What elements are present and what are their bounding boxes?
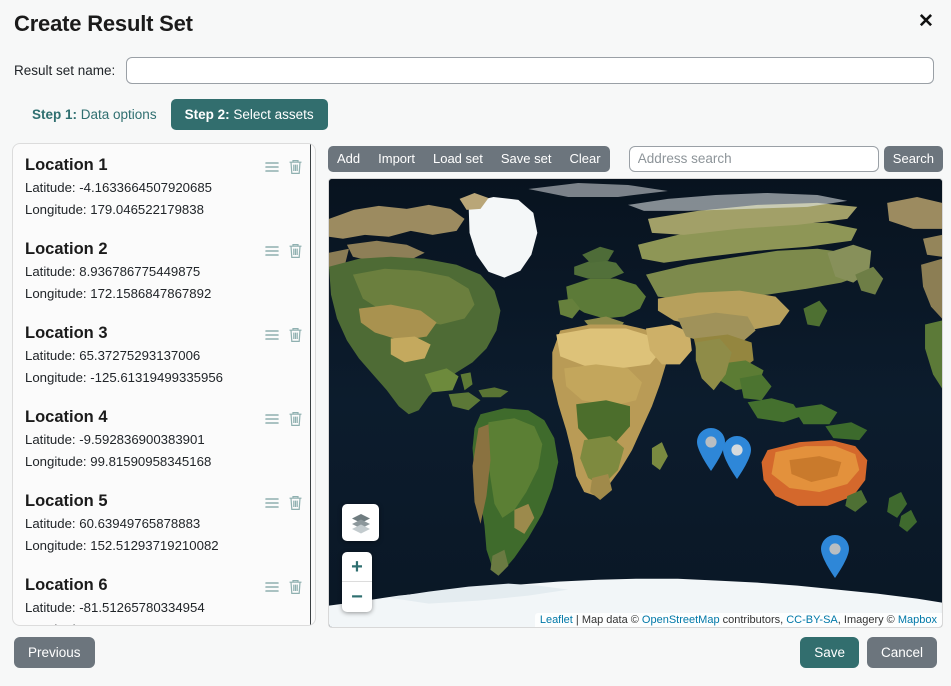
location-latitude: Latitude: -81.51265780334954 <box>25 600 205 615</box>
location-latitude: Latitude: 8.936786775449875 <box>25 264 201 279</box>
zoom-in-button[interactable]: + <box>342 552 372 582</box>
search-button[interactable]: Search <box>883 145 943 172</box>
footer-left: Previous <box>14 637 95 668</box>
import-button[interactable]: Import <box>369 146 424 172</box>
location-latitude: Latitude: -9.592836900383901 <box>25 432 205 447</box>
drag-handle-icon[interactable] <box>265 245 279 257</box>
step-2-prefix: Step 2: <box>184 107 230 122</box>
openstreetmap-link[interactable]: OpenStreetMap <box>642 614 720 626</box>
trash-icon[interactable] <box>288 411 303 427</box>
step-2-label: Select assets <box>229 107 314 122</box>
zoom-out-button[interactable]: − <box>342 582 372 612</box>
list-item[interactable]: Location 1 Latitude: -4.1633664507920685… <box>25 150 303 234</box>
attr-mid-2: , Imagery © <box>837 614 898 626</box>
cancel-button[interactable]: Cancel <box>866 637 937 668</box>
location-longitude: Longitude: 179.046522179838 <box>25 202 204 217</box>
drag-handle-icon[interactable] <box>265 413 279 425</box>
trash-icon[interactable] <box>288 579 303 595</box>
list-item[interactable]: Location 6 Latitude: -81.51265780334954 … <box>25 570 303 625</box>
location-longitude: Longitude: 152.51293719210082 <box>25 538 219 553</box>
close-icon[interactable]: ✕ <box>911 6 941 36</box>
list-item[interactable]: Location 5 Latitude: 60.63949765878883 L… <box>25 486 303 570</box>
attr-sep-1: | Map data © <box>572 614 642 626</box>
save-button[interactable]: Save <box>800 637 859 668</box>
trash-icon[interactable] <box>288 327 303 343</box>
map-attribution: Leaflet | Map data © OpenStreetMap contr… <box>534 613 942 627</box>
list-item[interactable]: Location 4 Latitude: -9.592836900383901 … <box>25 402 303 486</box>
location-longitude: Longitude: -147.02145062046787 <box>25 620 303 625</box>
location-longitude: Longitude: 172.1586847867892 <box>25 286 212 301</box>
trash-icon[interactable] <box>288 159 303 175</box>
step-tabs: Step 1: Data options Step 2: Select asse… <box>18 99 328 130</box>
location-name: Location 5 <box>25 492 108 510</box>
address-search-input[interactable] <box>628 145 879 172</box>
location-latitude: Latitude: 60.63949765878883 <box>25 516 201 531</box>
leaflet-map[interactable]: + − Leaflet | Map data © OpenStreetMap c… <box>328 178 943 628</box>
result-set-name-input[interactable] <box>126 57 934 84</box>
location-name: Location 3 <box>25 324 108 342</box>
location-longitude: Longitude: 99.81590958345168 <box>25 454 212 469</box>
layers-icon[interactable] <box>342 504 379 541</box>
drag-handle-icon[interactable] <box>265 497 279 509</box>
add-button[interactable]: Add <box>328 146 369 172</box>
create-result-set-dialog: Create Result Set ✕ Result set name: Ste… <box>0 0 951 686</box>
location-name: Location 4 <box>25 408 108 426</box>
map-marker[interactable] <box>818 534 852 579</box>
location-list-scrollbar[interactable] <box>310 144 315 625</box>
mapbox-link[interactable]: Mapbox <box>898 614 937 626</box>
clear-button[interactable]: Clear <box>560 146 609 172</box>
drag-handle-icon[interactable] <box>265 581 279 593</box>
drag-handle-icon[interactable] <box>265 329 279 341</box>
footer-right: Save Cancel <box>800 637 937 668</box>
trash-icon[interactable] <box>288 243 303 259</box>
location-list: Location 1 Latitude: -4.1633664507920685… <box>13 144 315 625</box>
load-set-button[interactable]: Load set <box>424 146 492 172</box>
drag-handle-icon[interactable] <box>265 161 279 173</box>
map-marker[interactable] <box>720 435 754 480</box>
location-name: Location 6 <box>25 576 108 594</box>
location-name: Location 1 <box>25 156 108 174</box>
result-set-name-row: Result set name: <box>14 57 934 84</box>
zoom-controls: + − <box>342 552 372 612</box>
map-action-button-group: Add Import Load set Save set Clear <box>328 145 610 172</box>
list-item[interactable]: Location 3 Latitude: 65.37275293137006 L… <box>25 318 303 402</box>
tab-step-1-data-options[interactable]: Step 1: Data options <box>18 99 171 130</box>
attr-mid: contributors, <box>719 614 787 626</box>
step-1-label: Data options <box>77 107 157 122</box>
location-list-panel: Location 1 Latitude: -4.1633664507920685… <box>12 143 316 626</box>
page-title: Create Result Set <box>14 11 193 36</box>
address-search-group: Search <box>628 145 943 172</box>
location-name: Location 2 <box>25 240 108 258</box>
license-link[interactable]: CC-BY-SA <box>786 614 838 626</box>
previous-button[interactable]: Previous <box>14 637 95 668</box>
map-toolbar: Add Import Load set Save set Clear Searc… <box>328 145 943 172</box>
location-latitude: Latitude: 65.37275293137006 <box>25 348 201 363</box>
leaflet-link[interactable]: Leaflet <box>540 614 573 626</box>
step-1-prefix: Step 1: <box>32 107 78 122</box>
tab-step-2-select-assets[interactable]: Step 2: Select assets <box>170 99 328 130</box>
save-set-button[interactable]: Save set <box>492 146 561 172</box>
list-item[interactable]: Location 2 Latitude: 8.936786775449875 L… <box>25 234 303 318</box>
location-longitude: Longitude: -125.61319499335956 <box>25 370 223 385</box>
result-set-name-label: Result set name: <box>14 63 116 78</box>
location-latitude: Latitude: -4.1633664507920685 <box>25 180 212 195</box>
trash-icon[interactable] <box>288 495 303 511</box>
